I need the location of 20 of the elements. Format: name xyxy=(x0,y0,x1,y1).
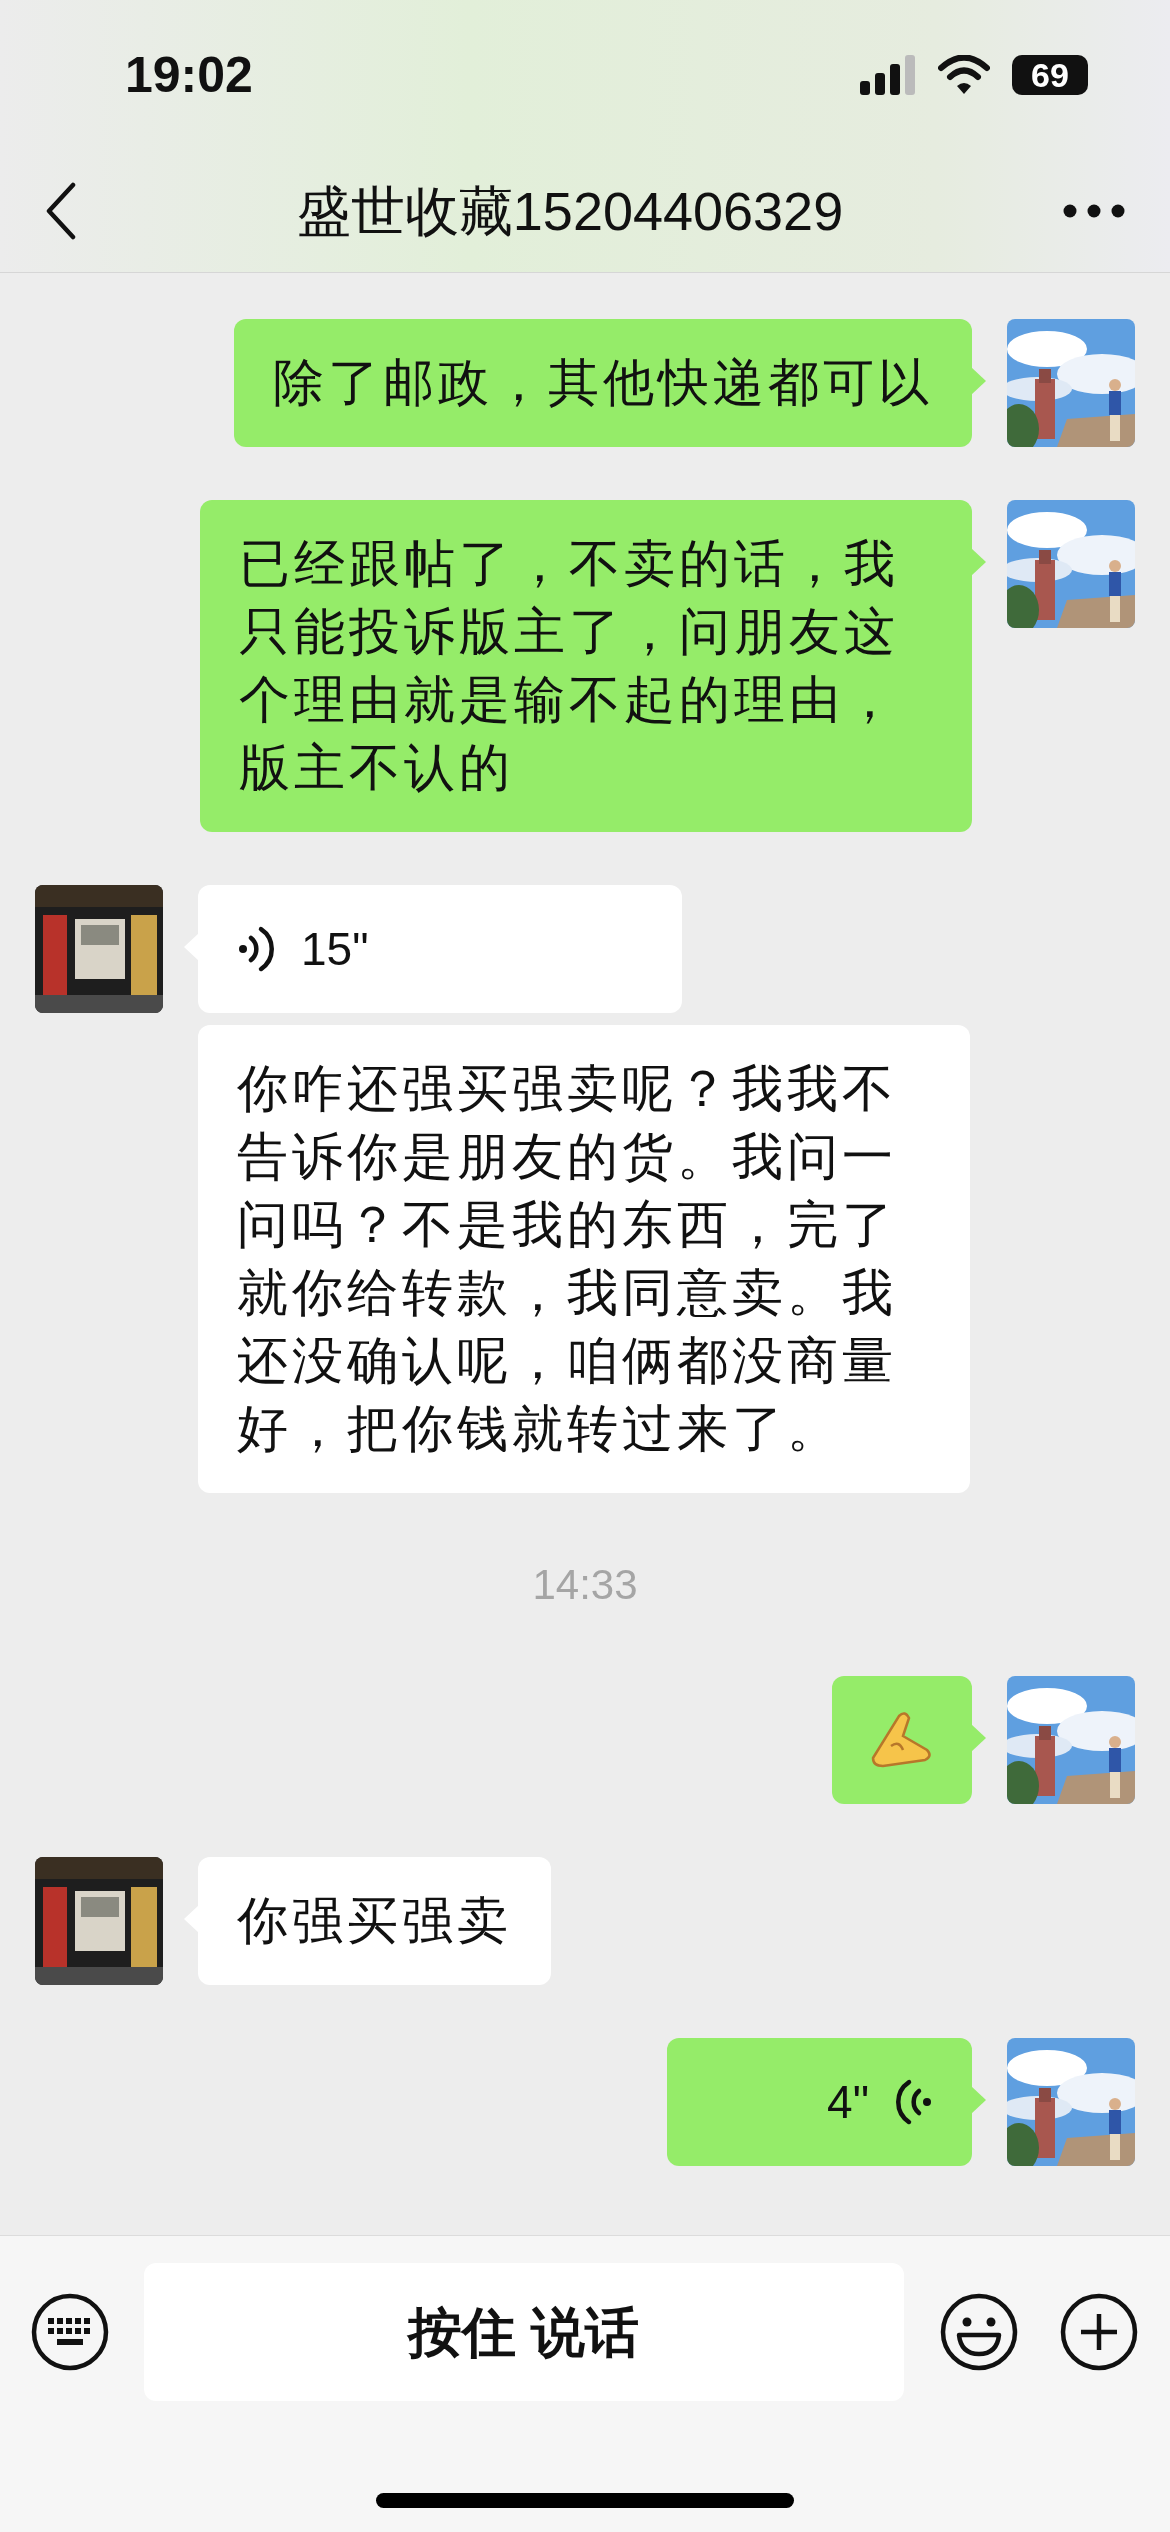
bubble-tail xyxy=(971,548,986,576)
voice-wave-icon xyxy=(893,2077,933,2127)
chat-title: 盛世收藏15204406329 xyxy=(296,179,844,243)
signal-icon xyxy=(860,55,916,95)
battery-indicator: 69 xyxy=(1012,55,1088,95)
voice-message[interactable]: 15" xyxy=(198,885,682,1013)
plus-icon[interactable] xyxy=(1059,2292,1139,2372)
bubble-tail xyxy=(971,367,986,395)
emoji-icon[interactable] xyxy=(939,2292,1019,2372)
timestamp: 14:33 xyxy=(532,1560,638,1610)
voice-message[interactable]: 4" xyxy=(667,2038,972,2166)
bubble-tail xyxy=(971,2086,986,2114)
keyboard-icon[interactable] xyxy=(30,2292,110,2372)
voice-wave-icon xyxy=(237,924,277,974)
message-bubble: 你咋还强买强卖呢？我我不告诉你是朋友的货。我问一问吗？不是我的东西，完了就你给转款，我同意卖。我还没确认呢，咱俩都没商量好，把你钱就转过来了。 xyxy=(198,1025,970,1493)
wifi-icon xyxy=(938,55,990,95)
hold-to-talk-button[interactable]: 按住 说话 xyxy=(144,2263,904,2401)
back-icon[interactable] xyxy=(45,182,77,240)
status-time: 19:02 xyxy=(125,45,253,105)
more-icon[interactable] xyxy=(1063,204,1125,218)
